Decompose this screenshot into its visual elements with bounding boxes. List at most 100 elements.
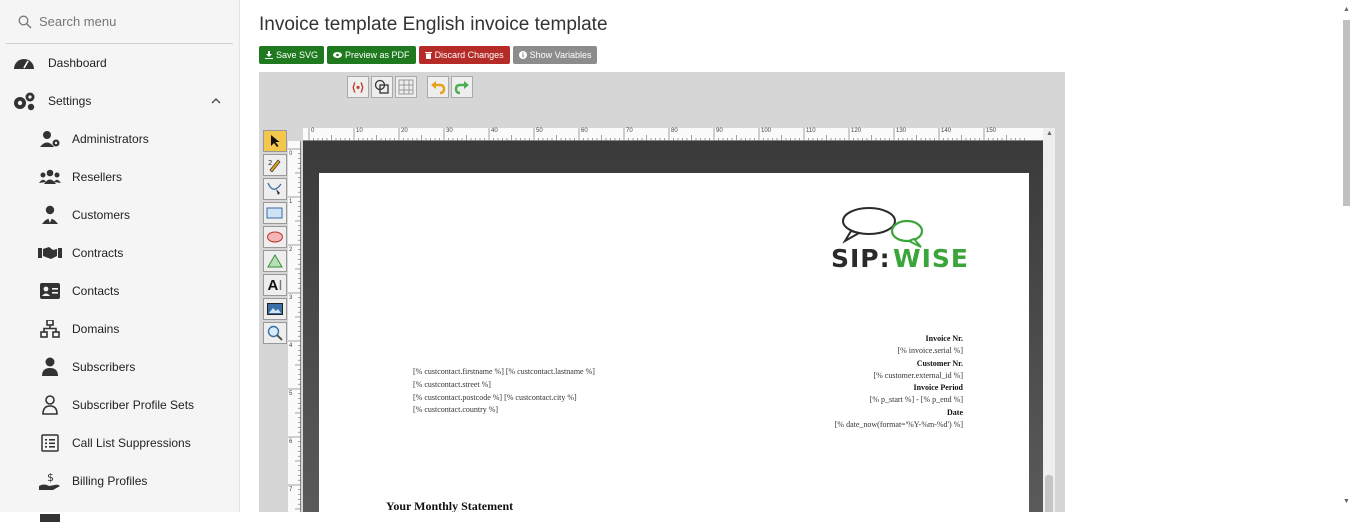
canvas-scrollbar[interactable]: ▲ [1043, 128, 1055, 512]
scroll-up-arrow[interactable]: ▲ [1046, 130, 1053, 137]
rectangle-icon [266, 207, 283, 219]
source-code-icon: ⟨•⟩ [351, 81, 365, 94]
ellipse-icon [267, 231, 283, 243]
ruler-label: 80 [671, 128, 678, 134]
invoice-period-value: [% p_start %] - [% p_end %] [869, 395, 963, 405]
ruler-label: 1 [289, 199, 293, 205]
invoice-page: SIP: WISE [% custcontact.firstname %] [%… [319, 173, 1029, 512]
sidebar-item-label: Subscriber Profile Sets [72, 398, 195, 412]
address-block: [% custcontact.firstname %] [% custconta… [413, 366, 595, 417]
ruler-label: 7 [289, 487, 293, 493]
undo-button[interactable] [427, 76, 449, 98]
search-icon [18, 15, 32, 28]
svg-text:WISE: WISE [893, 244, 969, 273]
customer-nr-label: Customer Nr. [916, 358, 963, 368]
sidebar-item-label: Call List Suppressions [72, 436, 191, 450]
ruler-label: 130 [896, 128, 907, 134]
shape-icon [267, 254, 283, 268]
person-outline-icon [38, 393, 62, 417]
search-menu[interactable]: Search menu [6, 0, 233, 44]
sidebar-item-resellers[interactable]: Resellers [0, 158, 239, 196]
sidebar-item-call-list-suppressions[interactable]: Call List Suppressions [0, 424, 239, 462]
invoice-nr-value: [% invoice.serial %] [897, 346, 963, 356]
show-variables-button[interactable]: Show Variables [512, 46, 598, 64]
ruler-label: 10 [356, 128, 363, 134]
source-code-button[interactable]: ⟨•⟩ [347, 76, 369, 98]
text-icon: AI [267, 276, 283, 294]
sidebar-item-contacts[interactable]: Contacts [0, 272, 239, 310]
sidebar-item-customers[interactable]: Customers [0, 196, 239, 234]
invoice-info: Invoice Nr. [% invoice.serial %] Custome… [835, 333, 963, 431]
ruler-label: 5 [289, 391, 293, 397]
sidebar-item-label: Administrators [72, 132, 149, 146]
horizontal-ruler: 0 10 20 30 40 50 60 70 80 90 100 110 120 130 140 150 [303, 128, 1043, 141]
svg-text:$: $ [47, 471, 54, 484]
sidebar-item-label: Customers [72, 208, 131, 222]
save-svg-button[interactable]: Save SVG [259, 46, 325, 64]
preview-pdf-button[interactable]: Preview as PDF [327, 46, 416, 64]
ruler-label: 20 [401, 128, 408, 134]
sidebar-item-settings[interactable]: Settings [0, 82, 239, 120]
page-scrollbar[interactable]: ▲ ▼ [1340, 0, 1352, 512]
ruler-label: 40 [491, 128, 498, 134]
tools-panel: 2 AI [263, 130, 287, 346]
sitemap-icon [38, 317, 62, 341]
page-scroll-thumb[interactable] [1343, 20, 1350, 206]
zoom-tool[interactable] [263, 322, 287, 344]
sidebar-item-label: Resellers [72, 170, 123, 184]
sidebar-item-contracts[interactable]: Contracts [0, 234, 239, 272]
sidebar-item-subscribers[interactable]: Subscribers [0, 348, 239, 386]
sidebar-item-dashboard[interactable]: Dashboard [0, 44, 239, 82]
list-icon [38, 431, 62, 455]
pencil-tool[interactable]: 2 [263, 154, 287, 176]
group-icon [374, 79, 389, 94]
sidebar-item-label: Domains [72, 322, 120, 336]
address-line: [% custcontact.country %] [413, 405, 499, 415]
gauge-icon [12, 51, 36, 75]
sidebar-item-label: Subscribers [72, 360, 136, 374]
ruler-label: 150 [986, 128, 997, 134]
address-line: [% custcontact.street %] [413, 379, 491, 389]
redo-button[interactable] [451, 76, 473, 98]
select-tool[interactable] [263, 130, 287, 152]
ruler-label: 0 [289, 151, 293, 157]
discard-changes-button[interactable]: Discard Changes [418, 46, 510, 64]
grid-button[interactable] [395, 76, 417, 98]
text-tool[interactable]: AI [263, 274, 287, 296]
sidebar-item-label: Contacts [72, 284, 120, 298]
group-button[interactable] [371, 76, 393, 98]
ruler-label: 60 [581, 128, 588, 134]
image-tool[interactable] [263, 298, 287, 320]
ruler-label: 120 [851, 128, 862, 134]
editor-topbar: ⟨•⟩ [347, 76, 473, 98]
sidebar-item-more[interactable] [0, 500, 239, 530]
sidebar-item-administrators[interactable]: Administrators [0, 120, 239, 158]
card-icon [38, 503, 62, 527]
chevron-up-icon[interactable] [211, 98, 221, 104]
editor-canvas[interactable]: SIP: WISE [% custcontact.firstname %] [%… [303, 141, 1043, 512]
shape-tool[interactable] [263, 250, 287, 272]
ruler-label: 2 [289, 247, 293, 253]
ruler-label: 110 [806, 128, 816, 134]
page-scroll-up-arrow[interactable]: ▲ [1343, 6, 1350, 13]
sipwise-logo: SIP: WISE [831, 207, 969, 273]
sidebar-item-billing-profiles[interactable]: $ Billing Profiles [0, 462, 239, 500]
rectangle-tool[interactable] [263, 202, 287, 224]
customer-icon [38, 203, 62, 227]
canvas-scroll-thumb[interactable] [1045, 475, 1053, 512]
ruler-label: 70 [626, 128, 633, 134]
magnifier-icon [267, 325, 283, 341]
ellipse-tool[interactable] [263, 226, 287, 248]
money-hand-icon: $ [38, 469, 62, 493]
download-icon [265, 51, 273, 59]
toolbar: Save SVG Preview as PDF Discard Changes … [259, 46, 598, 64]
undo-icon [431, 81, 446, 95]
page-scroll-down-arrow[interactable]: ▼ [1343, 498, 1350, 505]
redo-icon [454, 81, 469, 95]
sidebar-item-domains[interactable]: Domains [0, 310, 239, 348]
sidebar-item-subscriber-profile-sets[interactable]: Subscriber Profile Sets [0, 386, 239, 424]
address-line: [% custcontact.firstname %] [% custconta… [413, 367, 595, 376]
page-title: Invoice template English invoice templat… [259, 14, 608, 35]
path-tool[interactable] [263, 178, 287, 200]
trash-icon [424, 52, 432, 59]
